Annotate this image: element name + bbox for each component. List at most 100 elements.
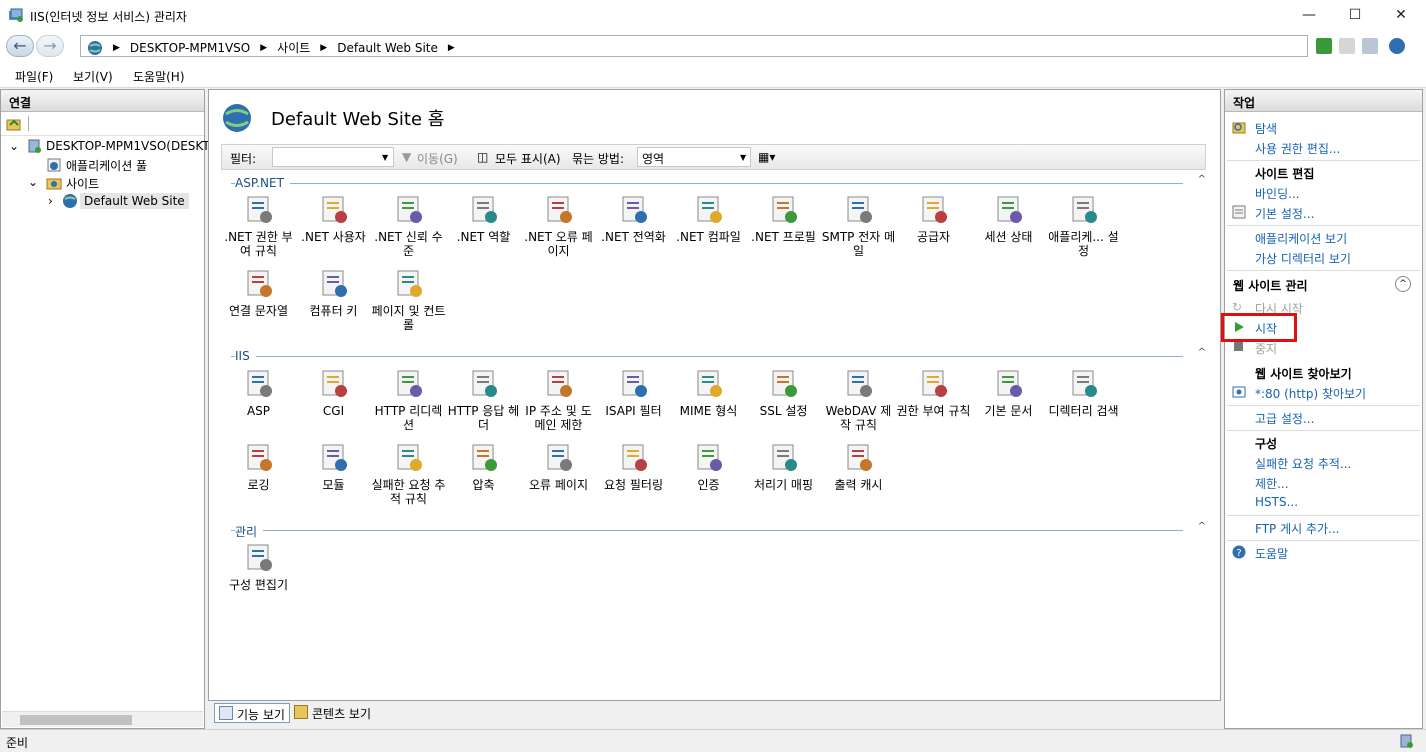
crumb-server[interactable]: DESKTOP-MPM1VSO: [130, 41, 250, 55]
menu-file[interactable]: 파일(F): [15, 68, 53, 85]
collapse-up-icon[interactable]: ^: [1395, 276, 1411, 292]
feature-smtp-전자-메일[interactable]: SMTP 전자 메일: [821, 194, 896, 258]
action-bindings[interactable]: 바인딩...: [1255, 185, 1300, 202]
feature-디렉터리-검색[interactable]: 디렉터리 검색: [1046, 368, 1121, 418]
action-stop[interactable]: 중지: [1255, 340, 1277, 357]
divider: [1227, 430, 1420, 431]
action-browse-80[interactable]: *:80 (http) 찾아보기: [1255, 385, 1366, 402]
feature-처리기-매핑[interactable]: 처리기 매핑: [746, 442, 821, 492]
feature-net-프로필[interactable]: .NET 프로필: [746, 194, 821, 244]
action-view-virtual-directories[interactable]: 가상 디렉터리 보기: [1255, 250, 1351, 267]
feature-ip-주소-및-도메인-제한[interactable]: IP 주소 및 도메인 제한: [521, 368, 596, 432]
feature-http-응답-헤더[interactable]: HTTP 응답 헤더: [446, 368, 521, 432]
back-button[interactable]: ←: [6, 35, 34, 57]
section-aspnet: ASP.NET ^: [231, 174, 1206, 190]
refresh-icon[interactable]: [1316, 38, 1332, 54]
filter-dropdown-icon[interactable]: ▼: [382, 153, 388, 162]
feature-로깅[interactable]: 로깅: [221, 442, 296, 492]
connections-hscroll[interactable]: [2, 711, 203, 727]
feature-webdav-제작-규칙[interactable]: WebDAV 제작 규칙: [821, 368, 896, 432]
tree-expand-icon[interactable]: ›: [48, 194, 53, 208]
feature-icon: [543, 442, 575, 474]
menu-help[interactable]: 도움말(H): [133, 68, 185, 85]
feature-net-컴파일[interactable]: .NET 컴파일: [671, 194, 746, 244]
feature-ssl-설정[interactable]: SSL 설정: [746, 368, 821, 418]
feature-net-역할[interactable]: .NET 역할: [446, 194, 521, 244]
help-circle-icon: ?: [1232, 545, 1246, 559]
minimize-button[interactable]: —: [1286, 0, 1332, 31]
tree-collapse-icon[interactable]: ⌄: [9, 139, 19, 153]
feature-오류-페이지[interactable]: 오류 페이지: [521, 442, 596, 492]
feature-net-전역화[interactable]: .NET 전역화: [596, 194, 671, 244]
action-limits[interactable]: 제한...: [1255, 475, 1289, 492]
tree-server[interactable]: DESKTOP-MPM1VSO(DESKT: [46, 139, 210, 153]
feature-isapi-필터[interactable]: ISAPI 필터: [596, 368, 671, 418]
action-view-applications[interactable]: 애플리케이션 보기: [1255, 230, 1347, 247]
feature-기본-문서[interactable]: 기본 문서: [971, 368, 1046, 418]
crumb-sites[interactable]: 사이트: [277, 39, 310, 56]
feature-컴퓨터-키[interactable]: 컴퓨터 키: [296, 268, 371, 318]
crumb-site[interactable]: Default Web Site: [337, 41, 438, 55]
tree-sites[interactable]: 사이트: [66, 175, 99, 192]
connect-icon[interactable]: [6, 116, 22, 132]
collapse-caret-icon[interactable]: ^: [1198, 521, 1206, 532]
feature-net-권한-부여-규칙[interactable]: .NET 권한 부여 규칙: [221, 194, 296, 258]
tree-app-pools[interactable]: 애플리케이션 풀: [66, 157, 147, 174]
action-failed-request-tracing[interactable]: 실패한 요청 추적...: [1255, 455, 1351, 472]
close-button[interactable]: ✕: [1378, 0, 1424, 31]
feature-icon: [318, 194, 350, 226]
home-icon[interactable]: [1362, 38, 1378, 54]
tree-default-web-site[interactable]: Default Web Site: [80, 193, 189, 209]
feature-출력-캐시[interactable]: 출력 캐시: [821, 442, 896, 492]
collapse-caret-icon[interactable]: ^: [1198, 174, 1206, 185]
feature-asp[interactable]: ASP: [221, 368, 296, 418]
maximize-button[interactable]: ☐: [1332, 0, 1378, 31]
feature-icon: [618, 442, 650, 474]
feature-net-신뢰-수준[interactable]: .NET 신뢰 수준: [371, 194, 446, 258]
feature-label: 디렉터리 검색: [1048, 404, 1119, 418]
stop-icon[interactable]: [1339, 38, 1355, 54]
status-text: 준비: [6, 736, 29, 750]
view-mode-icon[interactable]: ▦▾: [758, 150, 775, 164]
feature-모듈[interactable]: 모듈: [296, 442, 371, 492]
browse-icon: [1232, 386, 1246, 398]
feature-인증[interactable]: 인증: [671, 442, 746, 492]
help-icon[interactable]: [1389, 38, 1405, 54]
feature-애플리케-설정[interactable]: 애플리케... 설정: [1046, 194, 1121, 258]
feature-net-사용자[interactable]: .NET 사용자: [296, 194, 371, 244]
action-basic-settings[interactable]: 기본 설정...: [1255, 205, 1314, 222]
filter-input[interactable]: [272, 147, 394, 167]
action-add-ftp-publishing[interactable]: FTP 게시 추가...: [1255, 520, 1340, 537]
show-all-button[interactable]: 모두 표시(A): [495, 150, 561, 167]
go-button[interactable]: 이동(G): [417, 150, 458, 167]
feature-mime-형식[interactable]: MIME 형식: [671, 368, 746, 418]
action-explore[interactable]: 탐색: [1255, 120, 1277, 137]
feature-http-리디렉션[interactable]: HTTP 리디렉션: [371, 368, 446, 432]
feature-요청-필터링[interactable]: 요청 필터링: [596, 442, 671, 492]
address-bar[interactable]: ▶ DESKTOP-MPM1VSO ▶ 사이트 ▶ Default Web Si…: [80, 35, 1308, 57]
feature-세션-상태[interactable]: 세션 상태: [971, 194, 1046, 244]
feature-label: .NET 사용자: [301, 230, 366, 244]
feature-icon: [768, 194, 800, 226]
forward-button[interactable]: →: [36, 35, 64, 57]
feature-페이지-및-컨트롤[interactable]: 페이지 및 컨트롤: [371, 268, 446, 332]
feature-cgi[interactable]: CGI: [296, 368, 371, 418]
feature-net-오류-페이지[interactable]: .NET 오류 페이지: [521, 194, 596, 258]
scroll-thumb[interactable]: [20, 715, 132, 725]
action-help[interactable]: 도움말: [1255, 545, 1288, 562]
feature-구성-편집기[interactable]: 구성 편집기: [221, 542, 296, 592]
action-hsts[interactable]: HSTS...: [1255, 495, 1298, 509]
tree-collapse-icon[interactable]: ⌄: [28, 175, 38, 189]
tab-content-view[interactable]: 콘텐츠 보기: [290, 703, 375, 723]
menu-view[interactable]: 보기(V): [73, 68, 113, 85]
feature-권한-부여-규칙[interactable]: 권한 부여 규칙: [896, 368, 971, 418]
feature-압축[interactable]: 압축: [446, 442, 521, 492]
group-by-select[interactable]: 영역 ▼: [637, 147, 751, 167]
tab-features-view[interactable]: 기능 보기: [214, 703, 290, 723]
collapse-caret-icon[interactable]: ^: [1198, 347, 1206, 358]
feature-공급자[interactable]: 공급자: [896, 194, 971, 244]
action-edit-permissions[interactable]: 사용 권한 편집...: [1255, 140, 1340, 157]
feature-실패한-요청-추적-규칙[interactable]: 실패한 요청 추적 규칙: [371, 442, 446, 506]
action-advanced-settings[interactable]: 고급 설정...: [1255, 410, 1314, 427]
feature-연결-문자열[interactable]: 연결 문자열: [221, 268, 296, 318]
